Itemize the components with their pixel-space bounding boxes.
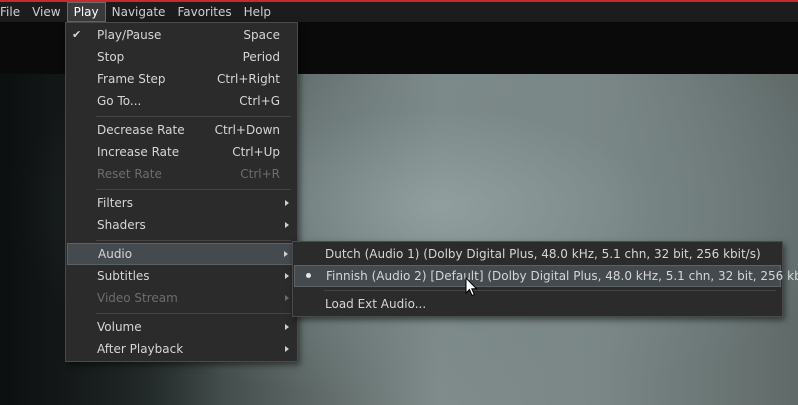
menu-item-video-stream: Video Stream bbox=[67, 287, 296, 309]
menu-view[interactable]: View bbox=[26, 2, 66, 22]
menu-item-label: Stop bbox=[97, 50, 125, 64]
menu-item-after-playback[interactable]: After Playback bbox=[67, 338, 296, 360]
menu-item-shortcut: Period bbox=[242, 50, 280, 64]
menu-item-label: Reset Rate bbox=[97, 167, 162, 181]
menu-item-audio[interactable]: Audio bbox=[67, 243, 296, 265]
audio-track-label: Dutch (Audio 1) (Dolby Digital Plus, 48.… bbox=[325, 247, 761, 261]
chevron-right-icon bbox=[285, 346, 289, 352]
menu-item-frame-step[interactable]: Frame Step Ctrl+Right bbox=[67, 68, 296, 90]
menu-item-filters[interactable]: Filters bbox=[67, 192, 296, 214]
menu-item-label: Decrease Rate bbox=[97, 123, 185, 137]
menu-file[interactable]: File bbox=[0, 2, 26, 22]
check-icon: ✔ bbox=[72, 28, 82, 41]
play-menu: ✔ Play/Pause Space Stop Period Frame Ste… bbox=[65, 22, 298, 362]
menu-help[interactable]: Help bbox=[238, 2, 277, 22]
menu-separator bbox=[96, 240, 291, 241]
menu-separator bbox=[96, 313, 291, 314]
menu-item-shaders[interactable]: Shaders bbox=[67, 214, 296, 236]
menu-item-shortcut: Ctrl+Right bbox=[216, 72, 280, 86]
menu-separator bbox=[96, 189, 291, 190]
menu-item-shortcut: Ctrl+Up bbox=[232, 145, 280, 159]
menu-item-label: Audio bbox=[98, 247, 133, 261]
menu-item-go-to[interactable]: Go To... Ctrl+G bbox=[67, 90, 296, 112]
menu-item-shortcut: Ctrl+G bbox=[239, 94, 280, 108]
menu-item-label: Volume bbox=[97, 320, 142, 334]
mouse-pointer-icon bbox=[465, 277, 478, 297]
menu-item-play-pause[interactable]: ✔ Play/Pause Space bbox=[67, 24, 296, 46]
menu-navigate[interactable]: Navigate bbox=[106, 2, 172, 22]
menu-item-label: Filters bbox=[97, 196, 133, 210]
menu-item-shortcut: Ctrl+Down bbox=[214, 123, 280, 137]
menu-item-label: Play/Pause bbox=[97, 28, 162, 42]
menu-item-stop[interactable]: Stop Period bbox=[67, 46, 296, 68]
radio-dot-icon bbox=[306, 273, 311, 278]
menu-play[interactable]: Play bbox=[66, 2, 106, 22]
menu-item-label: Video Stream bbox=[97, 291, 178, 305]
menu-item-label: Frame Step bbox=[97, 72, 166, 86]
chevron-right-icon bbox=[284, 251, 288, 257]
menu-item-shortcut: Ctrl+R bbox=[240, 167, 280, 181]
menu-item-label: Shaders bbox=[97, 218, 146, 232]
menu-item-label: Increase Rate bbox=[97, 145, 180, 159]
load-ext-audio-item[interactable]: Load Ext Audio... bbox=[294, 293, 781, 315]
menu-item-volume[interactable]: Volume bbox=[67, 316, 296, 338]
audio-track-finnish[interactable]: Finnish (Audio 2) [Default] (Dolby Digit… bbox=[294, 265, 798, 287]
chevron-right-icon bbox=[285, 200, 289, 206]
menu-separator bbox=[324, 290, 776, 291]
menu-item-reset-rate: Reset Rate Ctrl+R bbox=[67, 163, 296, 185]
menu-item-subtitles[interactable]: Subtitles bbox=[67, 265, 296, 287]
menu-item-shortcut: Space bbox=[243, 28, 280, 42]
menu-item-decrease-rate[interactable]: Decrease Rate Ctrl+Down bbox=[67, 119, 296, 141]
menu-item-label: Go To... bbox=[97, 94, 142, 108]
load-ext-audio-label: Load Ext Audio... bbox=[325, 297, 427, 311]
audio-track-label: Finnish (Audio 2) [Default] (Dolby Digit… bbox=[326, 269, 798, 283]
menu-favorites[interactable]: Favorites bbox=[171, 2, 237, 22]
menu-bar: File View Play Navigate Favorites Help bbox=[0, 2, 798, 22]
menu-item-label: After Playback bbox=[97, 342, 184, 356]
audio-submenu: Dutch (Audio 1) (Dolby Digital Plus, 48.… bbox=[292, 241, 798, 317]
audio-track-dutch[interactable]: Dutch (Audio 1) (Dolby Digital Plus, 48.… bbox=[294, 243, 781, 265]
chevron-right-icon bbox=[285, 295, 289, 301]
menu-separator bbox=[96, 116, 291, 117]
chevron-right-icon bbox=[285, 273, 289, 279]
menu-item-increase-rate[interactable]: Increase Rate Ctrl+Up bbox=[67, 141, 296, 163]
menu-item-label: Subtitles bbox=[97, 269, 150, 283]
chevron-right-icon bbox=[285, 324, 289, 330]
chevron-right-icon bbox=[285, 222, 289, 228]
